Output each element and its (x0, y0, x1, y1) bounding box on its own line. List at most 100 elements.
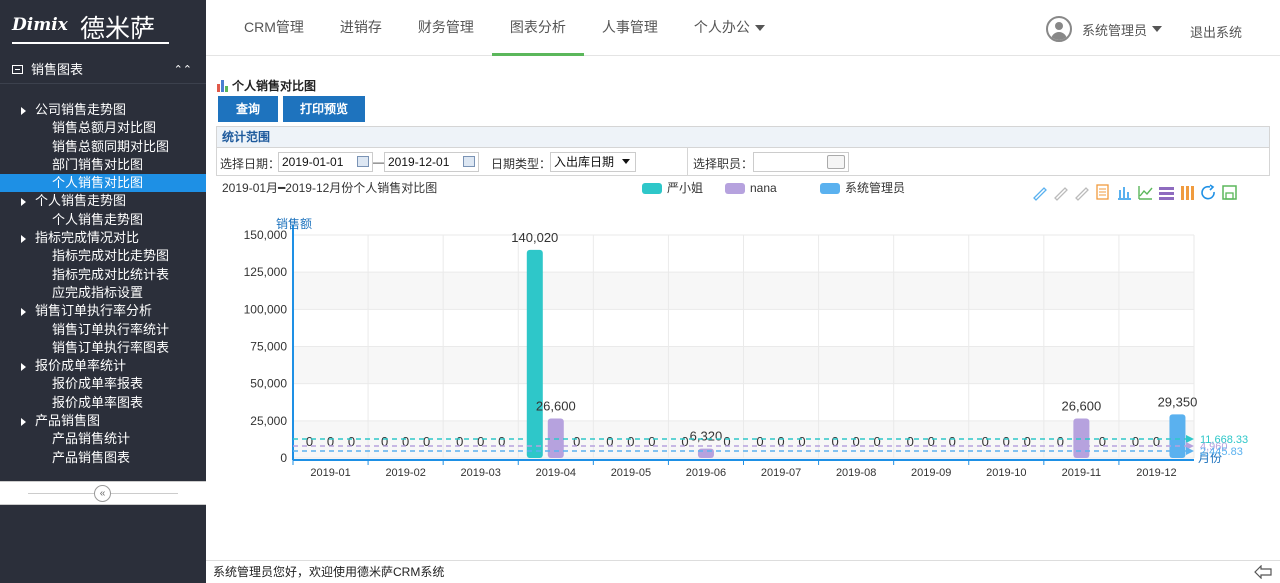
bar-1-10 (1073, 418, 1090, 458)
sidebar-item[interactable]: 报价成单率报表 (0, 375, 206, 393)
stack-icon[interactable] (1159, 187, 1174, 200)
sidebar-group-label: 个人销售走势图 (35, 193, 127, 209)
sidebar-item[interactable]: 部门销售对比图 (0, 156, 206, 174)
nav-tab-2[interactable]: 财务管理 (400, 0, 492, 56)
user-menu[interactable]: 系统管理员 (1046, 16, 1163, 42)
logo: Dimix 德米萨 (0, 0, 206, 56)
sidebar: 销售图表 ⌃⌃ 公司销售走势图 销售总额月对比图 销售总额同期对比图 部门销售对比图个… (0, 56, 206, 583)
query-button[interactable]: 查询 (218, 96, 278, 122)
x-tick-label: 2019-01 (310, 467, 350, 479)
restore-icon[interactable] (1201, 184, 1215, 200)
collapse-up-icon[interactable]: ⌃⌃ (174, 56, 192, 84)
tiled-icon[interactable] (1181, 186, 1194, 200)
logout-link[interactable]: 退出系统 (1190, 22, 1242, 41)
sidebar-item[interactable]: 个人销售走势图 (0, 211, 206, 229)
sidebar-header[interactable]: 销售图表 ⌃⌃ (0, 56, 206, 84)
sidebar-item[interactable]: 应完成指标设置 (0, 284, 206, 302)
date-type-select[interactable]: 入出库日期 (550, 152, 636, 172)
y-tick-label: 75,000 (250, 340, 287, 354)
nav-tab-1[interactable]: 进销存 (322, 0, 400, 56)
back-arrow-icon[interactable] (1254, 565, 1272, 579)
bar-value-label: 26,600 (536, 398, 576, 413)
nav-tab-label: 个人办公 (693, 19, 750, 35)
sidebar-item[interactable]: 指标完成对比走势图 (0, 247, 206, 265)
date-to-value: 2019-12-01 (388, 155, 450, 169)
chevron-down-icon (622, 159, 630, 164)
y-tick-label: 50,000 (250, 377, 287, 391)
x-tick-label: 2019-02 (385, 467, 425, 479)
nav-tab-label: 图表分析 (509, 19, 566, 35)
date-type-value: 入出库日期 (554, 155, 615, 169)
collapse-sidebar-button[interactable]: « (94, 485, 111, 502)
sidebar-item[interactable]: 个人销售对比图 (0, 174, 206, 193)
picker-icon[interactable] (827, 155, 845, 169)
sidebar-group-label: 公司销售走势图 (35, 102, 127, 117)
filter-panel: 统计范围 选择日期： 2019-01-01 — 2019-12-01 日期类型：… (216, 126, 1270, 176)
sidebar-group-label: 报价成单率统计 (35, 358, 127, 374)
sidebar-group-1[interactable]: 个人销售走势图 (0, 192, 206, 210)
sidebar-item[interactable]: 指标完成对比统计表 (0, 266, 206, 284)
status-text: 系统管理员您好，欢迎使用德米萨CRM系统 (213, 565, 445, 579)
caret-right-icon (21, 417, 26, 426)
calendar-icon[interactable] (463, 156, 475, 167)
user-avatar-icon (1046, 16, 1072, 42)
sidebar-group-2[interactable]: 指标完成情况对比 (0, 229, 206, 247)
bar-1-3 (547, 418, 564, 458)
x-tick-label: 2019-07 (761, 467, 801, 479)
nav-tab-label: 进销存 (339, 19, 382, 35)
date-from-input[interactable]: 2019-01-01 (278, 152, 373, 172)
x-tick-label: 2019-03 (461, 467, 501, 479)
staff-input[interactable] (753, 152, 849, 172)
list-icon (12, 65, 23, 74)
legend-label-1: nana (750, 181, 777, 195)
user-name: 系统管理员 (1082, 22, 1148, 38)
sidebar-item[interactable]: 销售订单执行率图表 (0, 339, 206, 357)
sidebar-group-label: 销售订单执行率分析 (35, 303, 153, 319)
logo-underline (12, 42, 169, 44)
data-view-icon[interactable] (1096, 184, 1109, 200)
sidebar-item[interactable]: 销售总额月对比图 (0, 119, 206, 137)
nav-tab-label: 人事管理 (601, 19, 658, 35)
legend-label-0: 严小姐 (667, 181, 703, 195)
mark-undo-icon[interactable] (1054, 187, 1068, 201)
legend-swatch-2 (820, 183, 840, 194)
calendar-icon[interactable] (357, 156, 369, 167)
date-to-input[interactable]: 2019-12-01 (384, 152, 479, 172)
sidebar-item[interactable]: 产品销售图表 (0, 449, 206, 467)
mark-clear-icon[interactable] (1075, 187, 1089, 201)
sidebar-item[interactable]: 销售订单执行率统计 (0, 321, 206, 339)
mark-icon[interactable] (1033, 187, 1047, 201)
nav-tab-3[interactable]: 图表分析 (491, 0, 584, 56)
sidebar-item[interactable]: 销售总额同期对比图 (0, 138, 206, 156)
bar-value-label: 29,350 (1158, 394, 1198, 409)
y-axis-title: 销售额 (276, 216, 312, 231)
sidebar-item[interactable]: 报价成单率图表 (0, 394, 206, 412)
sidebar-group-4[interactable]: 报价成单率统计 (0, 357, 206, 375)
page-title: 个人销售对比图 (217, 77, 316, 94)
x-tick-label: 2019-06 (686, 467, 726, 479)
nav-tab-4[interactable]: 人事管理 (584, 0, 676, 56)
print-preview-button[interactable]: 打印预览 (283, 96, 365, 122)
line-type-icon[interactable] (1138, 186, 1153, 200)
bar-type-icon[interactable] (1118, 187, 1131, 200)
chart-bar-icon (217, 79, 229, 92)
sidebar-item[interactable]: 产品销售统计 (0, 430, 206, 448)
save-image-icon[interactable] (1222, 185, 1237, 200)
sidebar-group-3[interactable]: 销售订单执行率分析 (0, 302, 206, 320)
nav-tab-label: 财务管理 (417, 19, 474, 35)
sidebar-group-5[interactable]: 产品销售图 (0, 412, 206, 430)
main-nav: CRM管理 进销存 财务管理 图表分析 人事管理 个人办公 (226, 0, 783, 56)
chevron-down-icon (1152, 26, 1163, 32)
y-tick-label: 100,000 (244, 302, 288, 316)
nav-tab-0[interactable]: CRM管理 (226, 0, 322, 56)
nav-tab-label: CRM管理 (244, 19, 304, 35)
sidebar-menu: 公司销售走势图销售总额月对比图 销售总额同期对比图 部门销售对比图 个人销售对比图 个人… (0, 101, 206, 467)
sidebar-group-0[interactable]: 公司销售走势图 (0, 101, 206, 119)
chart-title: 2019-01月━2019-12月份个人销售对比图 (222, 180, 437, 195)
bar-value-label: 140,020 (511, 230, 558, 245)
bar-0-3 (526, 249, 543, 458)
caret-right-icon (21, 106, 26, 115)
date-from-value: 2019-01-01 (282, 155, 344, 169)
x-tick-label: 2019-05 (611, 467, 651, 479)
nav-tab-5[interactable]: 个人办公 (676, 0, 783, 56)
